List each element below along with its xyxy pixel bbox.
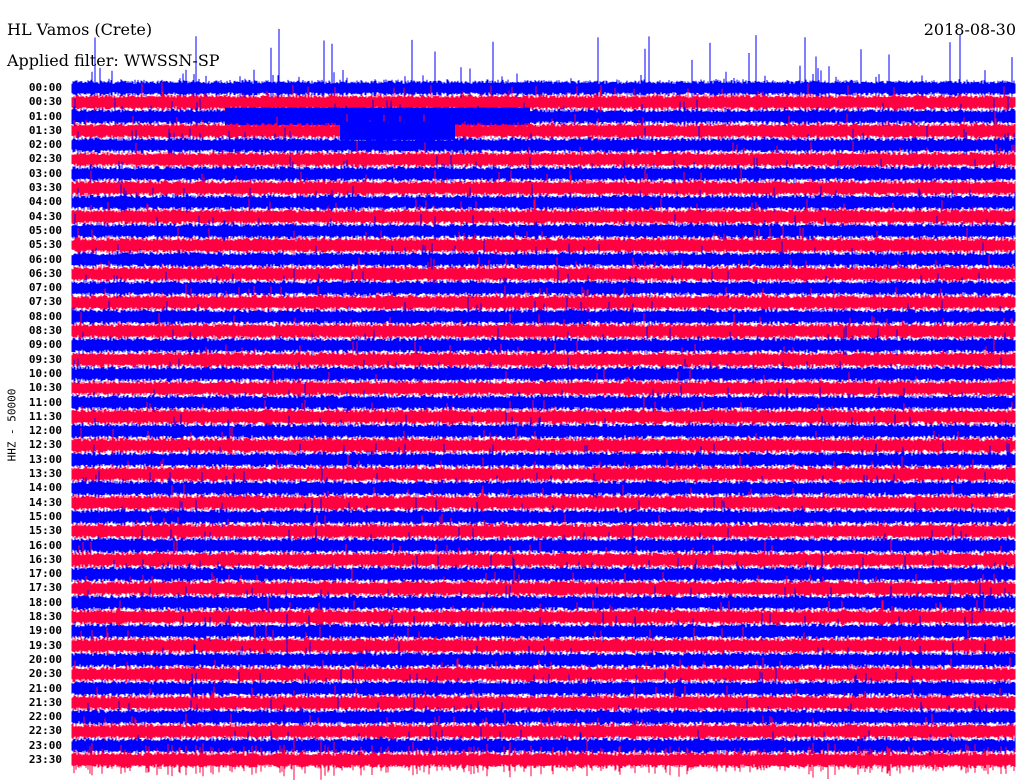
saturated-segment [340,121,455,140]
helicorder-plot [71,28,1016,780]
